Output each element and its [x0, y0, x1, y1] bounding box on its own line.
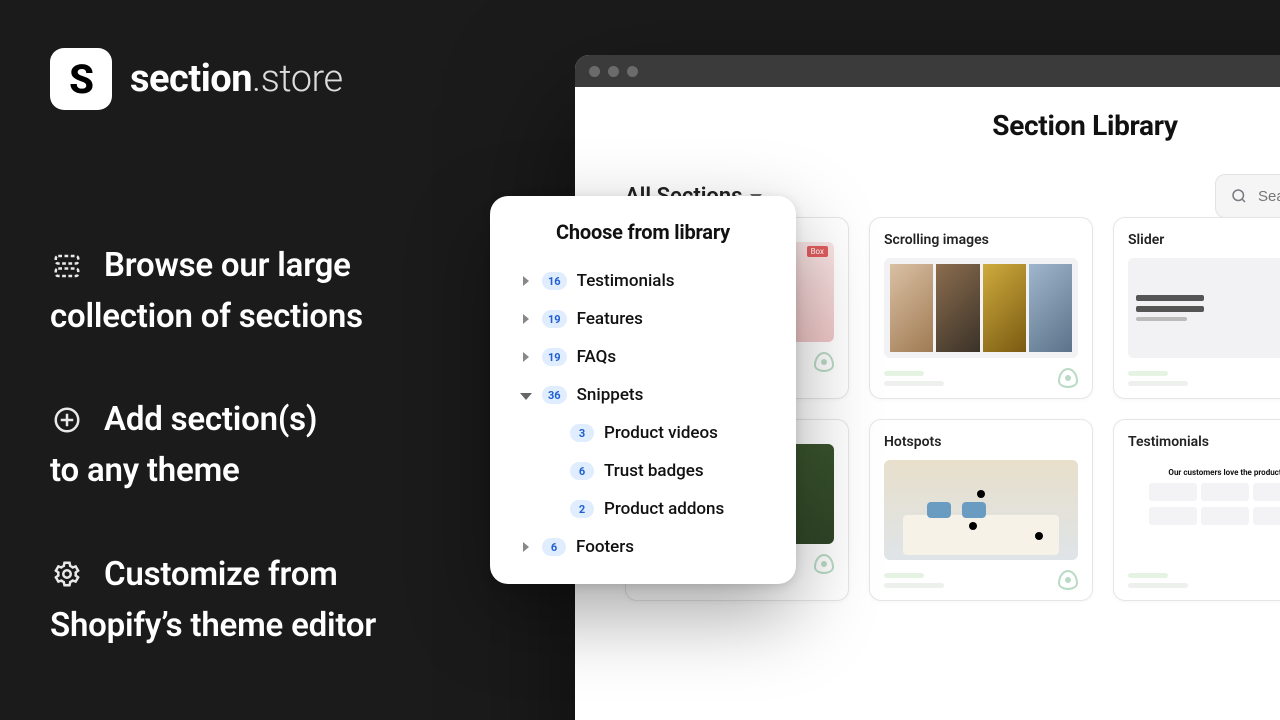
feature-text: collection of sections	[50, 291, 520, 342]
preview-icon[interactable]	[814, 554, 834, 574]
feature-text: Add section(s)	[104, 394, 317, 445]
feature-text: Shopify’s theme editor	[50, 600, 520, 651]
tree-item-label: Snippets	[577, 385, 644, 405]
count-badge: 36	[542, 386, 567, 404]
card-meta	[884, 371, 944, 386]
tree-item-label: Trust badges	[604, 461, 704, 481]
category-tree: 16Testimonials19Features19FAQs36Snippets…	[500, 262, 786, 566]
card-title: Hotspots	[884, 434, 1078, 450]
tree-item-label: FAQs	[577, 347, 617, 367]
card-title: Testimonials	[1128, 434, 1280, 450]
count-badge: 3	[570, 424, 594, 442]
search-icon	[1230, 187, 1248, 205]
search-input[interactable]	[1215, 174, 1280, 218]
feature-text: Browse our large	[104, 240, 351, 291]
section-card[interactable]: Slider	[1113, 217, 1280, 399]
tree-subitem[interactable]: 6 Trust badges	[500, 452, 786, 490]
section-card[interactable]: Hotspots	[869, 419, 1093, 601]
card-title: Slider	[1128, 232, 1280, 248]
count-badge: 6	[542, 538, 566, 556]
tree-subitem[interactable]: 2 Product addons	[500, 490, 786, 528]
section-card[interactable]: TestimonialsOur customers love the produ…	[1113, 419, 1280, 601]
tree-item[interactable]: 19 Features	[500, 300, 786, 338]
library-popover: Choose from library 16 Testimonials 19 Feat…	[490, 196, 796, 584]
feature-browse: Browse our large collection of sections	[50, 240, 520, 342]
tree-item-label: Product videos	[604, 423, 718, 443]
popover-title: Choose from library	[500, 220, 786, 244]
tree-item-label: Features	[577, 309, 643, 329]
count-badge: 6	[570, 462, 594, 480]
card-title: Scrolling images	[884, 232, 1078, 248]
card-meta	[884, 573, 944, 588]
plus-circle-icon	[50, 403, 84, 437]
card-meta	[1128, 573, 1188, 588]
search-field[interactable]	[1258, 188, 1280, 205]
tree-subitem[interactable]: 3 Product videos	[500, 414, 786, 452]
sections-icon	[50, 249, 84, 283]
tree-item[interactable]: 16 Testimonials	[500, 262, 786, 300]
marketing-pane: S section.store Browse our large collect…	[50, 48, 520, 703]
count-badge: 19	[542, 348, 567, 366]
feature-text: to any theme	[50, 445, 520, 496]
traffic-max-icon[interactable]	[627, 66, 638, 77]
preview-icon[interactable]	[1058, 368, 1078, 388]
feature-text: Customize from	[104, 549, 338, 600]
tree-item-label: Product addons	[604, 499, 724, 519]
logo-word-bold: section	[130, 57, 252, 101]
traffic-min-icon[interactable]	[608, 66, 619, 77]
section-card[interactable]: Scrolling images	[869, 217, 1093, 399]
count-badge: 16	[542, 272, 567, 290]
tree-item[interactable]: 6 Footers	[500, 528, 786, 566]
preview-icon[interactable]	[1058, 570, 1078, 590]
chevron-down-icon	[520, 390, 532, 400]
feature-customize: Customize from Shopify’s theme editor	[50, 549, 520, 651]
preview-icon[interactable]	[814, 352, 834, 372]
count-badge: 19	[542, 310, 567, 328]
count-badge: 2	[570, 500, 594, 518]
logo-word-thin: .store	[252, 57, 343, 101]
chevron-right-icon	[520, 314, 532, 324]
logo-type: section.store	[130, 57, 343, 101]
logo-mark: S	[50, 48, 112, 110]
tree-item[interactable]: 36 Snippets	[500, 376, 786, 414]
chevron-right-icon	[520, 542, 532, 552]
logo: S section.store	[50, 48, 520, 110]
chevron-right-icon	[520, 276, 532, 286]
card-meta	[1128, 371, 1188, 386]
tree-item-label: Footers	[576, 537, 634, 557]
page-title: Section Library	[575, 109, 1280, 142]
chevron-right-icon	[520, 352, 532, 362]
browser-titlebar	[575, 55, 1280, 87]
traffic-close-icon[interactable]	[589, 66, 600, 77]
gear-icon	[50, 557, 84, 591]
tree-item[interactable]: 19 FAQs	[500, 338, 786, 376]
tree-item-label: Testimonials	[577, 271, 675, 291]
feature-add: Add section(s) to any theme	[50, 394, 520, 496]
